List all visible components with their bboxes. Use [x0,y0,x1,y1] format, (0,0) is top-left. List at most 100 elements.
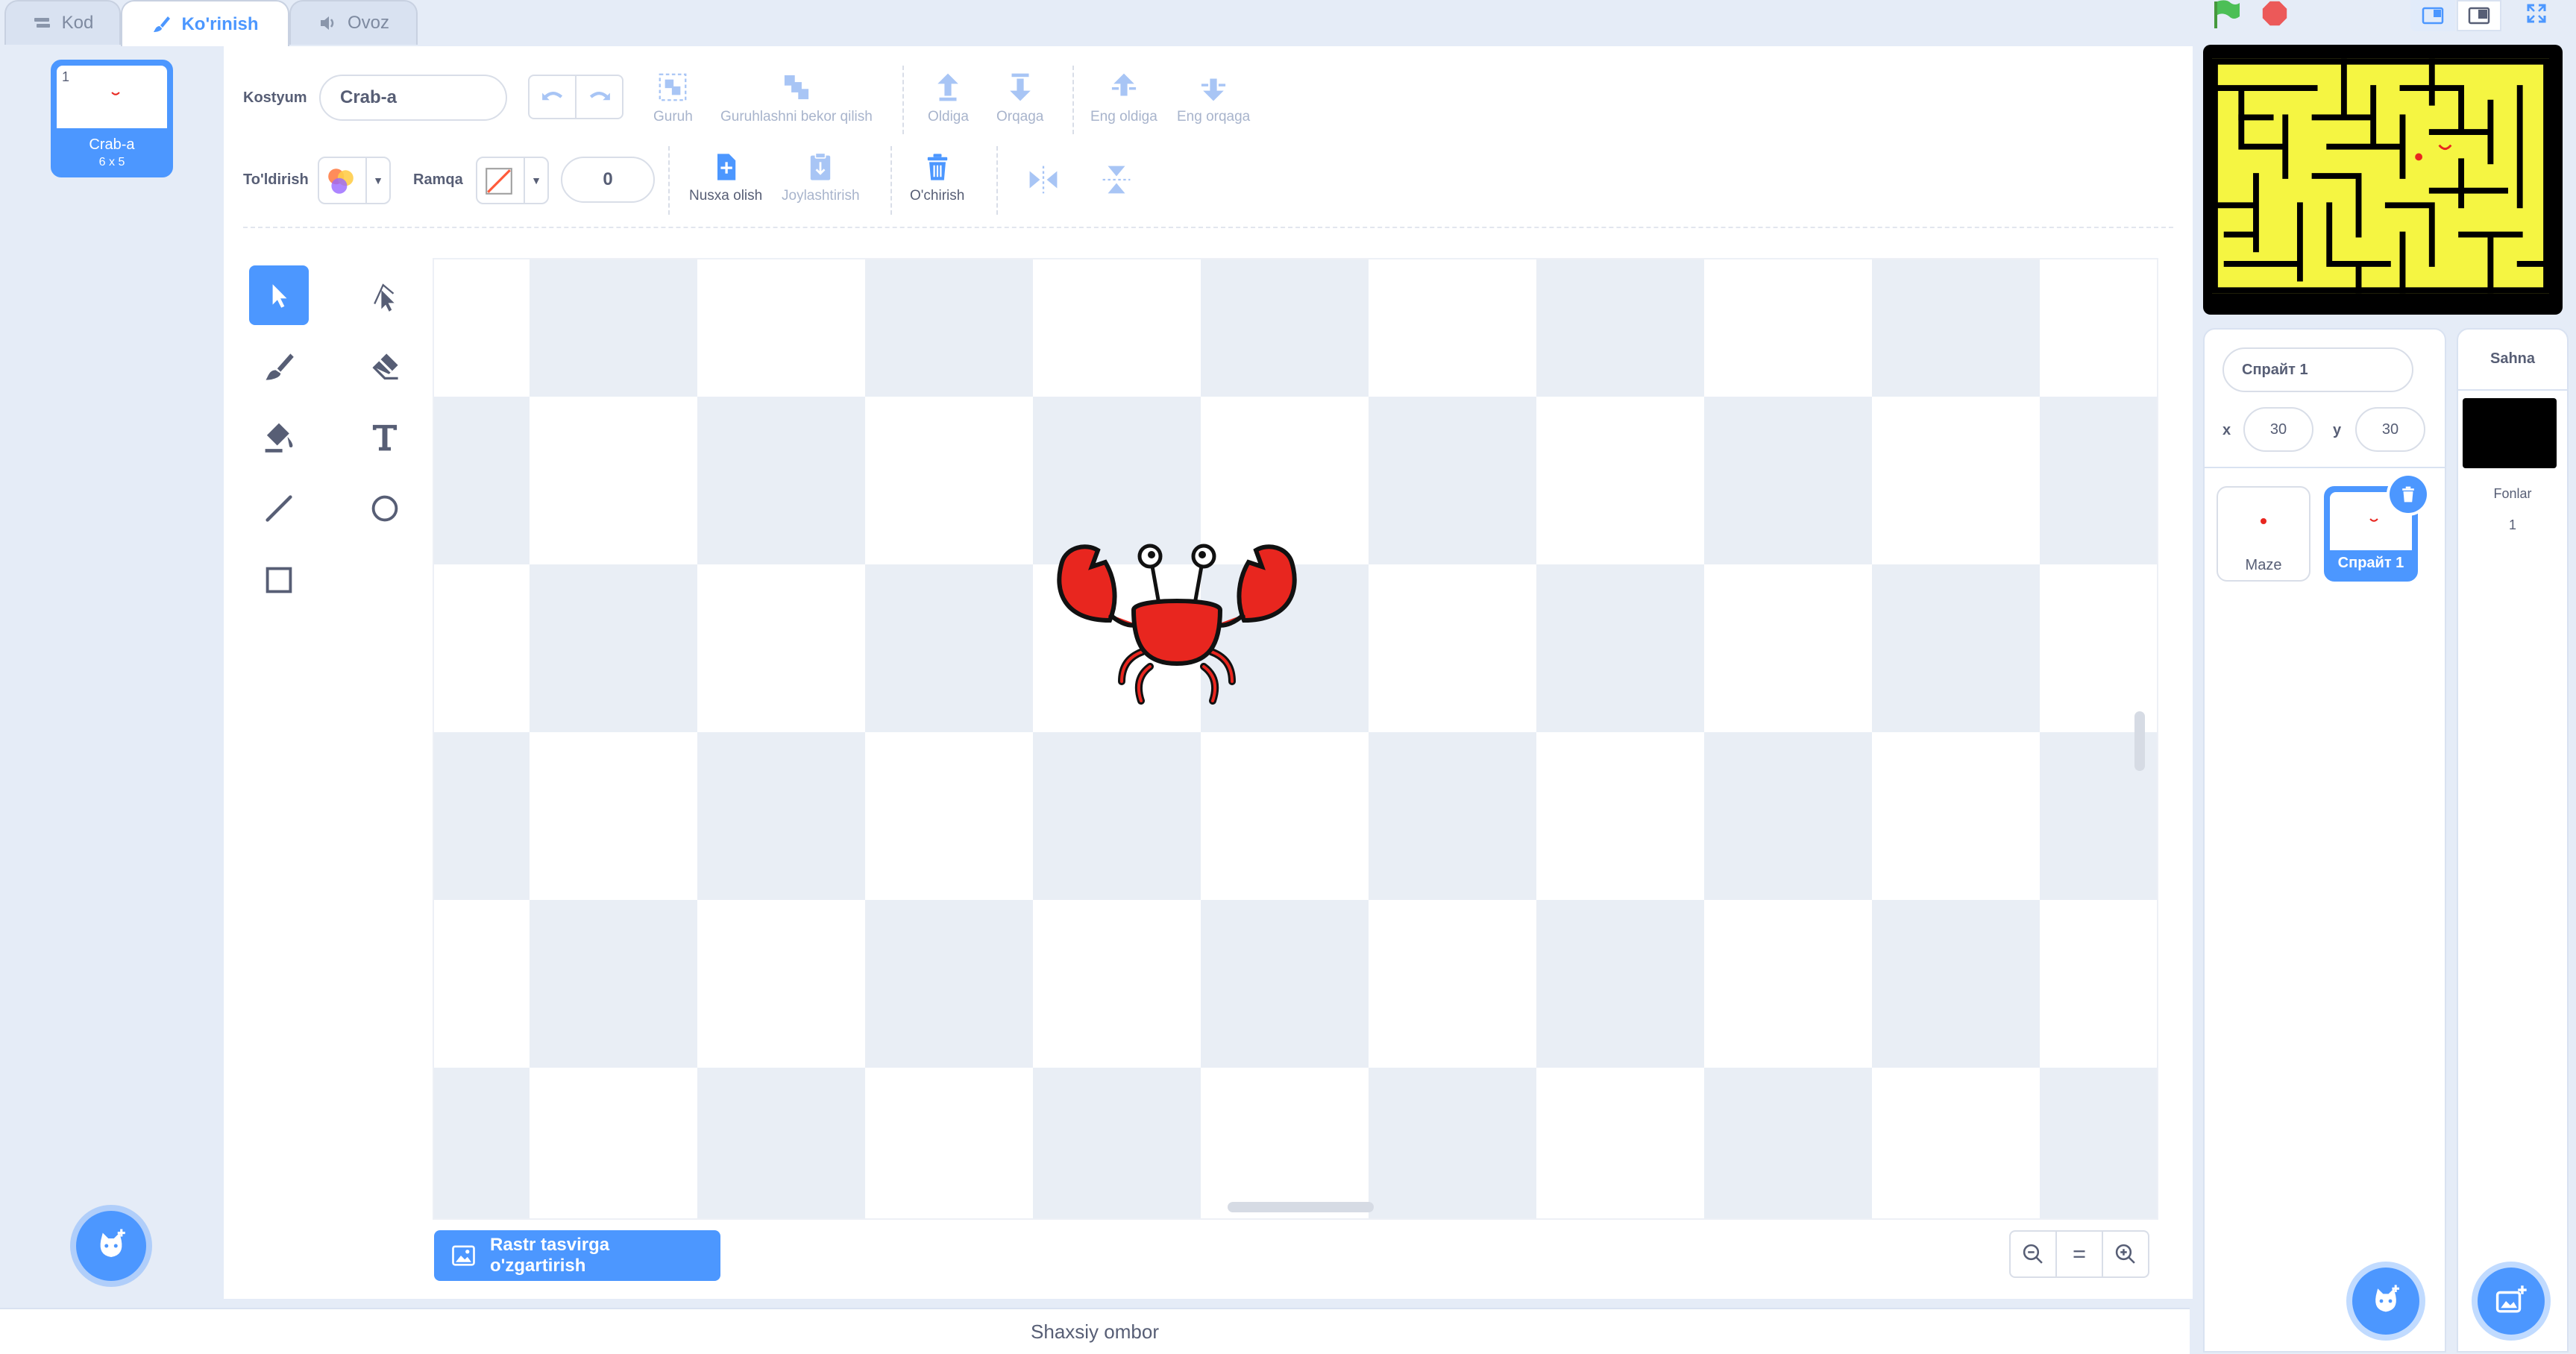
zoom-out-button[interactable] [2009,1230,2057,1278]
forward-button[interactable]: Oldiga [928,70,969,125]
convert-to-bitmap-button[interactable]: Rastr tasvirga o'zgartirish [434,1230,720,1281]
sprite-name-input[interactable]: Спрайт 1 [2222,347,2413,392]
zoom-in-button[interactable] [2102,1230,2149,1278]
ungroup-label: Guruhlashni bekor qilish [720,109,873,125]
front-label: Eng oldiga [1090,109,1157,125]
group-button[interactable]: Guruh [653,70,693,125]
choose-costume-button[interactable] [76,1211,146,1281]
x-input[interactable]: 30 [2243,407,2313,452]
brush-tool[interactable] [249,337,309,397]
toolbar-separator [243,227,2173,228]
tab-costumes-label: Ko'rinish [181,14,259,34]
reshape-tool[interactable] [355,265,415,325]
toolbar-divider [902,66,904,134]
delete-sprite-button[interactable] [2390,476,2427,513]
choose-sprite-button[interactable] [2352,1268,2419,1335]
toolbar-divider [1072,66,1074,134]
circle-tool[interactable] [355,479,415,538]
ungroup-icon [784,75,809,100]
line-icon [266,495,292,522]
fill-color-swatch [328,169,354,194]
costume-thumbnail [57,66,167,128]
outline-width-input[interactable]: 0 [561,157,655,203]
undo-button[interactable] [530,76,577,118]
fill-color-picker[interactable]: ▼ [318,157,391,204]
tab-costumes[interactable]: Ko'rinish [121,0,289,48]
line-tool[interactable] [249,479,309,538]
flip-vertical-icon [1102,166,1131,194]
choose-backdrop-button[interactable] [2478,1268,2545,1335]
equals-icon [2073,1250,2085,1258]
large-stage-icon [2468,7,2490,25]
costume-label: Kostyum [243,89,307,106]
crab-thumb-icon [111,92,120,95]
delete-button[interactable]: O'chirish [910,151,964,204]
crab-costume[interactable] [1050,532,1304,711]
outline-label: Ramqa [413,171,463,188]
stop-button[interactable] [2258,0,2291,31]
costume-index: 1 [62,69,70,84]
y-input[interactable]: 30 [2355,407,2425,452]
green-flag-icon [2214,0,2240,28]
paintbrush-icon [266,353,294,380]
stage-canvas[interactable] [2203,45,2563,315]
flip-horizontal-button[interactable] [1026,163,1061,201]
horizontal-scrollbar[interactable] [1228,1202,1374,1212]
backdrop-thumbnail [2463,398,2557,468]
back-icon [1201,78,1226,101]
costume-item[interactable]: 1 Crab-a 6 x 5 [51,60,173,177]
green-flag-button[interactable] [2209,0,2243,34]
front-button[interactable]: Eng oldiga [1090,70,1157,125]
forward-icon [937,73,959,101]
small-stage-button[interactable] [2410,0,2455,31]
toolbar-divider [890,146,892,215]
zoom-out-icon [2023,1244,2043,1264]
group-icon [659,73,687,101]
maze-image [2212,58,2549,294]
fullscreen-button[interactable] [2518,0,2555,27]
text-icon [372,424,398,451]
cat-add-icon [100,1229,125,1257]
costume-name: Crab-a [89,136,135,153]
outline-dropdown-arrow: ▼ [524,158,547,203]
tab-sounds[interactable]: Ovoz [289,0,418,45]
tab-code[interactable]: Kod [4,0,121,45]
eraser-tool[interactable] [355,337,415,397]
redo-button[interactable] [577,76,622,118]
zoom-in-icon [2115,1244,2135,1264]
circle-icon [371,495,398,522]
rectangle-icon [266,567,292,593]
fill-tool[interactable] [249,407,309,467]
crab-thumb-icon [2369,518,2378,522]
sound-icon [320,16,334,30]
backpack-label: Shaxsiy ombor [1031,1320,1159,1343]
outline-color-picker[interactable]: ▼ [476,157,549,204]
paste-button[interactable]: Joylashtirish [782,151,860,204]
sprite-tile-maze[interactable]: Maze [2217,486,2310,582]
select-tool[interactable] [249,265,309,325]
paint-bucket-icon [265,423,293,453]
fullscreen-icon [2527,4,2546,23]
ungroup-button[interactable]: Guruhlashni bekor qilish [720,70,873,125]
trash-icon [2402,486,2414,503]
stop-icon [2262,1,2287,26]
vertical-scrollbar[interactable] [2134,711,2145,771]
text-tool[interactable] [355,407,415,467]
fill-dropdown-arrow: ▼ [365,158,389,203]
costume-list-panel [0,46,224,1299]
rectangle-tool[interactable] [249,550,309,610]
copy-button[interactable]: Nusxa olish [689,151,762,204]
copy-label: Nusxa olish [689,188,763,204]
x-value: 30 [2269,421,2287,438]
paint-canvas[interactable] [433,258,2158,1220]
zoom-reset-button[interactable] [2055,1230,2103,1278]
back-button[interactable]: Eng orqaga [1177,70,1250,125]
backdrops-label: Fonlar [2493,486,2532,501]
backward-button[interactable]: Orqaga [996,70,1043,125]
costume-name-input[interactable]: Crab-a [319,75,507,121]
large-stage-button[interactable] [2457,0,2501,31]
flip-vertical-button[interactable] [1099,163,1134,201]
undo-redo-group [528,75,623,119]
backpack-bar[interactable]: Shaxsiy ombor [0,1308,2190,1354]
stage-target-panel[interactable] [2457,328,2569,1353]
